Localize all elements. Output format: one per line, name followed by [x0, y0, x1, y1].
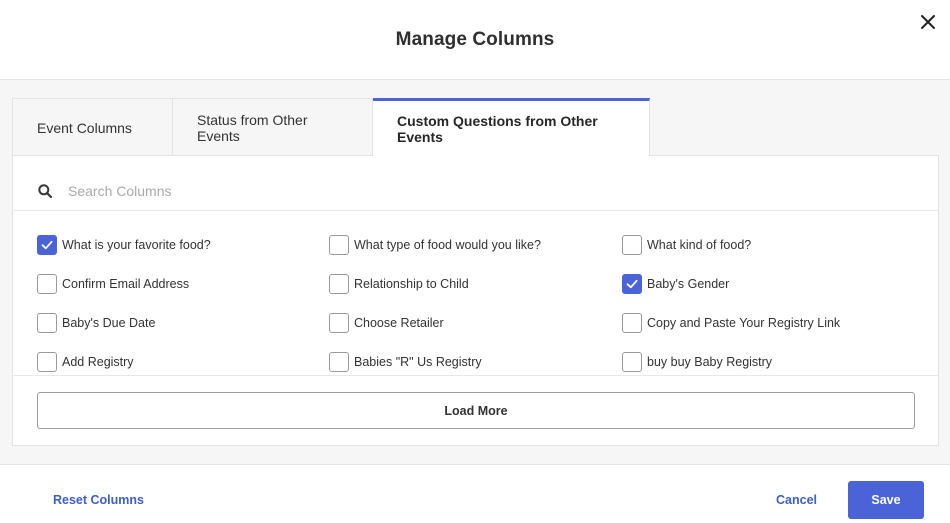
column-option-label: Babies "R" Us Registry — [354, 355, 482, 369]
column-option-label: Baby's Gender — [647, 277, 730, 291]
tab-event-columns[interactable]: Event Columns — [12, 98, 173, 156]
load-more-label: Load More — [444, 403, 508, 418]
tab-status-other-events[interactable]: Status from Other Events — [173, 98, 373, 156]
modal-footer: Reset Columns Cancel Save — [0, 464, 950, 523]
column-option[interactable]: Confirm Email Address — [37, 273, 189, 295]
column-option-label: What type of food would you like? — [354, 238, 541, 252]
tab-label: Status from Other Events — [197, 111, 308, 144]
checkbox[interactable] — [37, 313, 57, 333]
search-bar — [13, 156, 938, 211]
column-option[interactable]: Baby's Due Date — [37, 312, 155, 334]
checkbox[interactable] — [329, 313, 349, 333]
column-option[interactable]: Relationship to Child — [329, 273, 469, 295]
checkbox[interactable] — [329, 274, 349, 294]
reset-columns-link[interactable]: Reset Columns — [53, 493, 144, 507]
tab-custom-questions[interactable]: Custom Questions from Other Events — [373, 98, 650, 156]
column-option-label: Add Registry — [62, 355, 134, 369]
close-icon[interactable] — [921, 15, 935, 29]
search-input[interactable] — [68, 179, 668, 203]
column-option[interactable]: Babies "R" Us Registry — [329, 351, 482, 373]
checkbox[interactable] — [329, 235, 349, 255]
column-option-label: Copy and Paste Your Registry Link — [647, 316, 841, 330]
column-option-label: What is your favorite food? — [62, 238, 211, 252]
checkbox[interactable] — [622, 313, 642, 333]
tab-label: Event Columns — [37, 119, 132, 136]
checkbox[interactable] — [622, 274, 642, 294]
column-option-label: Baby's Due Date — [62, 316, 156, 330]
load-more-button[interactable]: Load More — [37, 392, 915, 429]
checkbox[interactable] — [329, 352, 349, 372]
modal-title: Manage Columns — [395, 28, 555, 50]
checkbox[interactable] — [622, 235, 642, 255]
column-option-label: Choose Retailer — [354, 316, 444, 330]
column-option-label: What kind of food? — [647, 238, 752, 252]
column-option[interactable]: Copy and Paste Your Registry Link — [622, 312, 840, 334]
column-option[interactable]: What kind of food? — [622, 234, 751, 256]
save-label: Save — [871, 493, 901, 507]
checkbox[interactable] — [622, 352, 642, 372]
cancel-button[interactable]: Cancel — [776, 493, 817, 507]
close-button[interactable] — [916, 10, 940, 34]
search-icon — [38, 184, 52, 198]
checkmark-icon — [626, 279, 638, 289]
tab-bar: Event Columns Status from Other Events C… — [12, 98, 650, 156]
column-option-label: Relationship to Child — [354, 277, 469, 291]
modal-header: Manage Columns — [0, 0, 950, 80]
checkbox[interactable] — [37, 274, 57, 294]
checkbox[interactable] — [37, 235, 57, 255]
column-option[interactable]: Choose Retailer — [329, 312, 444, 334]
checkmark-icon — [41, 240, 53, 250]
save-button[interactable]: Save — [848, 481, 924, 519]
checkbox[interactable] — [37, 352, 57, 372]
tab-panel: What is your favorite food? What type of… — [12, 155, 939, 446]
column-option[interactable]: What is your favorite food? — [37, 234, 211, 256]
column-options: What is your favorite food? What type of… — [13, 212, 938, 376]
column-option[interactable]: Baby's Gender — [622, 273, 729, 295]
tab-label: Custom Questions from Other Events — [397, 112, 598, 145]
column-option[interactable]: What type of food would you like? — [329, 234, 541, 256]
column-option[interactable]: Add Registry — [37, 351, 134, 373]
modal-body: Event Columns Status from Other Events C… — [0, 80, 950, 464]
column-option[interactable]: buy buy Baby Registry — [622, 351, 772, 373]
column-option-label: buy buy Baby Registry — [647, 355, 773, 369]
column-option-label: Confirm Email Address — [62, 277, 190, 291]
